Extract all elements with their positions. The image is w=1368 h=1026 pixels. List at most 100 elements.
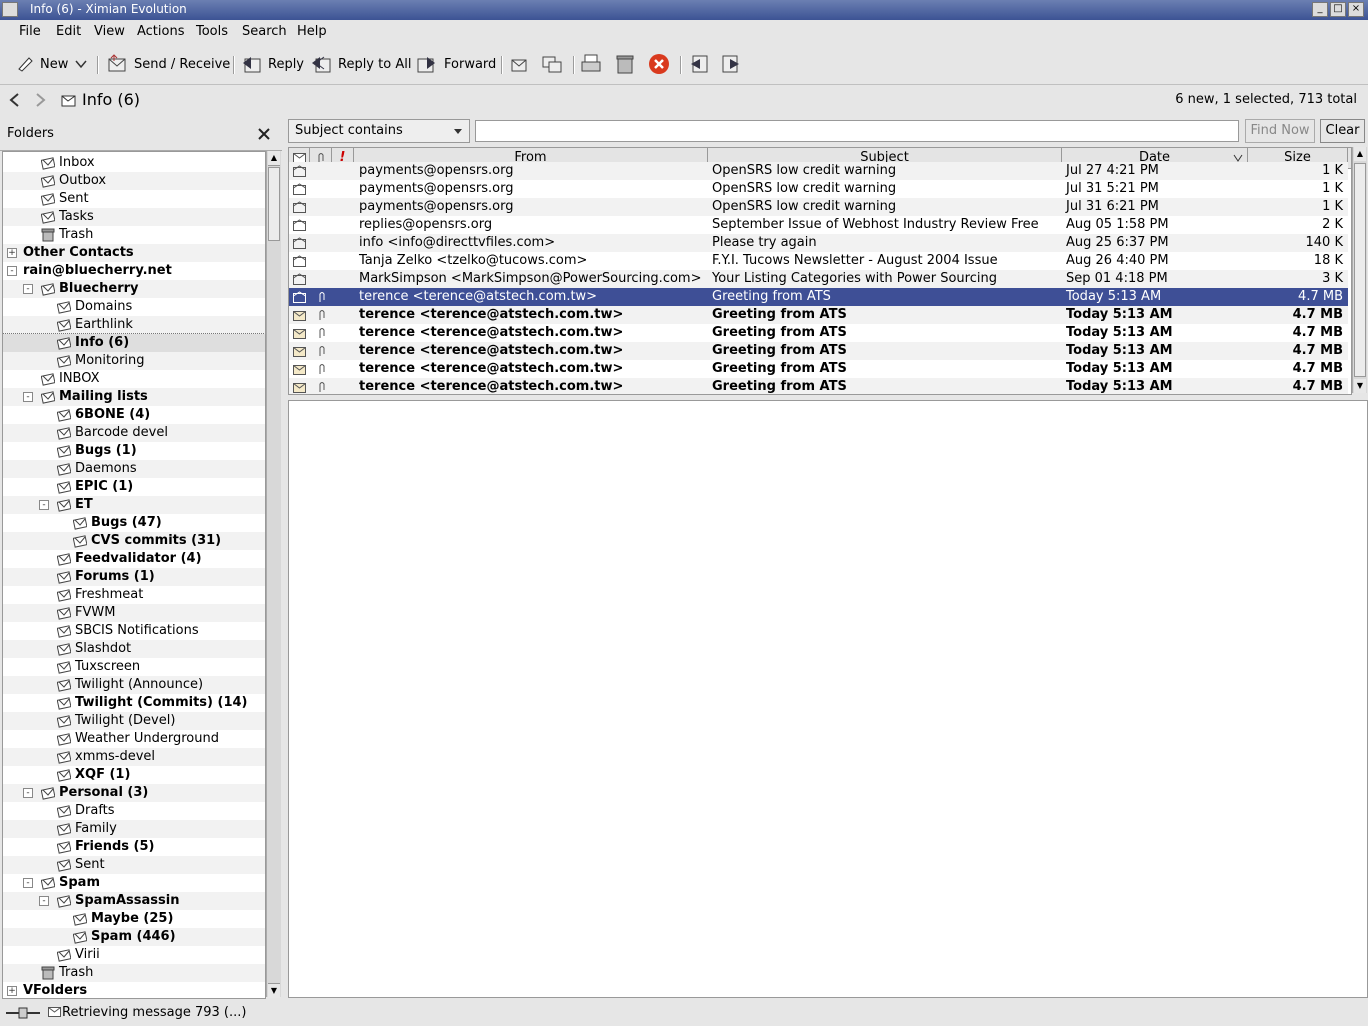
collapse-icon[interactable]: - (7, 266, 17, 276)
message-row[interactable]: terence <terence@atstech.com.tw> Greeting… (289, 306, 1348, 324)
message-row[interactable]: terence <terence@atstech.com.tw> Greeting… (289, 378, 1348, 394)
folder-item[interactable]: Sent (3, 856, 265, 874)
folder-item[interactable]: Virii (3, 946, 265, 964)
collapse-icon[interactable]: - (23, 878, 33, 888)
minimize-button[interactable]: _ (1312, 2, 1328, 17)
delete-button[interactable] (614, 52, 642, 76)
online-status-icon[interactable] (6, 1006, 40, 1020)
folder-item[interactable]: - Mailing lists (3, 388, 265, 406)
folder-item[interactable]: + VFolders (3, 982, 265, 998)
menu-actions[interactable]: Actions (137, 24, 185, 39)
next-message-button[interactable] (720, 52, 748, 76)
scroll-down-button[interactable]: ▼ (268, 983, 280, 998)
menu-file[interactable]: File (19, 24, 41, 39)
menu-help[interactable]: Help (297, 24, 327, 39)
collapse-icon[interactable]: - (23, 788, 33, 798)
folder-item[interactable]: EPIC (1) (3, 478, 265, 496)
unread-envelope-icon[interactable] (293, 378, 306, 394)
message-row[interactable]: replies@opensrs.org September Issue of We… (289, 216, 1348, 234)
folder-item[interactable]: xmms-devel (3, 748, 265, 766)
message-row[interactable]: payments@opensrs.org OpenSRS low credit w… (289, 162, 1348, 180)
folder-item[interactable]: - rain@bluecherry.net (3, 262, 265, 280)
folder-item[interactable]: 6BONE (4) (3, 406, 265, 424)
folder-item[interactable]: Weather Underground (3, 730, 265, 748)
folder-item[interactable]: Slashdot (3, 640, 265, 658)
message-row[interactable]: terence <terence@atstech.com.tw> Greeting… (289, 324, 1348, 342)
stop-button[interactable] (648, 52, 676, 76)
folder-tree-scrollbar[interactable]: ▲ ▼ (266, 151, 281, 998)
collapse-icon[interactable]: - (39, 896, 49, 906)
forward-arrow-icon[interactable] (33, 92, 47, 108)
folder-item[interactable]: Tasks (3, 208, 265, 226)
folder-item[interactable]: FVWM (3, 604, 265, 622)
folder-item[interactable]: Trash (3, 226, 265, 244)
folder-item[interactable]: - ET (3, 496, 265, 514)
folder-item[interactable]: Forums (1) (3, 568, 265, 586)
collapse-icon[interactable]: - (23, 392, 33, 402)
scroll-thumb[interactable] (1354, 163, 1366, 377)
message-row[interactable]: terence <terence@atstech.com.tw> Greeting… (289, 342, 1348, 360)
expand-icon[interactable]: + (7, 986, 17, 996)
folder-item[interactable]: Daemons (3, 460, 265, 478)
folder-item[interactable]: Outbox (3, 172, 265, 190)
folder-item[interactable]: Bugs (1) (3, 442, 265, 460)
folder-item[interactable]: Monitoring (3, 352, 265, 370)
find-now-button[interactable]: Find Now (1245, 119, 1315, 143)
menu-view[interactable]: View (94, 24, 125, 39)
print-button[interactable] (580, 52, 608, 76)
scroll-thumb[interactable] (268, 167, 280, 241)
message-row[interactable]: terence <terence@atstech.com.tw> Greeting… (289, 288, 1348, 306)
new-dropdown-button[interactable] (74, 52, 94, 76)
folder-item[interactable]: XQF (1) (3, 766, 265, 784)
message-row[interactable]: payments@opensrs.org OpenSRS low credit w… (289, 198, 1348, 216)
close-icon[interactable] (257, 127, 271, 141)
folder-item[interactable]: Info (6) (3, 333, 265, 353)
folder-item[interactable]: Maybe (25) (3, 910, 265, 928)
scroll-down-button[interactable]: ▼ (1354, 379, 1366, 393)
folder-item[interactable]: Tuxscreen (3, 658, 265, 676)
scroll-up-button[interactable]: ▲ (1354, 147, 1366, 161)
folder-item[interactable]: Twilight (Commits) (14) (3, 694, 265, 712)
collapse-icon[interactable]: - (23, 284, 33, 294)
folder-item[interactable]: CVS commits (31) (3, 532, 265, 550)
folder-item[interactable]: - Spam (3, 874, 265, 892)
folder-item[interactable]: Sent (3, 190, 265, 208)
send-receive-button[interactable]: Send / Receive (106, 52, 230, 76)
clear-button[interactable]: Clear (1320, 119, 1365, 143)
forward-button[interactable]: Forward (416, 52, 496, 76)
message-preview-pane[interactable] (288, 400, 1368, 998)
folder-item[interactable]: Earthlink (3, 316, 265, 334)
search-input[interactable] (475, 120, 1239, 142)
folder-item[interactable]: Friends (5) (3, 838, 265, 856)
expand-icon[interactable]: + (7, 248, 17, 258)
folder-item[interactable]: - Personal (3) (3, 784, 265, 802)
previous-message-button[interactable] (688, 52, 716, 76)
message-row[interactable]: Tanja Zelko <tzelko@tucows.com> F.Y.I. Tu… (289, 252, 1348, 270)
folder-item[interactable]: Family (3, 820, 265, 838)
folder-item[interactable]: Twilight (Announce) (3, 676, 265, 694)
message-row[interactable]: payments@opensrs.org OpenSRS low credit w… (289, 180, 1348, 198)
reply-all-button[interactable]: Reply to All (310, 52, 411, 76)
folder-item[interactable]: Barcode devel (3, 424, 265, 442)
search-criteria-select[interactable]: Subject contains (288, 119, 470, 143)
collapse-icon[interactable]: - (39, 500, 49, 510)
folder-item[interactable]: + Other Contacts (3, 244, 265, 262)
folder-item[interactable]: Feedvalidator (4) (3, 550, 265, 568)
menu-edit[interactable]: Edit (56, 24, 81, 39)
reply-button[interactable]: Reply (240, 52, 304, 76)
menu-tools[interactable]: Tools (196, 24, 228, 39)
folder-item[interactable]: Bugs (47) (3, 514, 265, 532)
message-row[interactable]: MarkSimpson <MarkSimpson@PowerSourcing.c… (289, 270, 1348, 288)
message-row[interactable]: terence <terence@atstech.com.tw> Greeting… (289, 360, 1348, 378)
menu-search[interactable]: Search (242, 24, 287, 39)
folder-item[interactable]: Freshmeat (3, 586, 265, 604)
copy-button[interactable] (541, 52, 569, 76)
maximize-button[interactable]: □ (1330, 2, 1346, 17)
folder-item[interactable]: Twilight (Devel) (3, 712, 265, 730)
folder-item[interactable]: Inbox (3, 154, 265, 172)
folder-item[interactable]: Drafts (3, 802, 265, 820)
back-arrow-icon[interactable] (8, 92, 22, 108)
message-list-scrollbar[interactable]: ▲ ▼ (1352, 147, 1367, 393)
message-row[interactable]: info <info@directtvfiles.com> Please try … (289, 234, 1348, 252)
move-button[interactable] (508, 52, 536, 76)
